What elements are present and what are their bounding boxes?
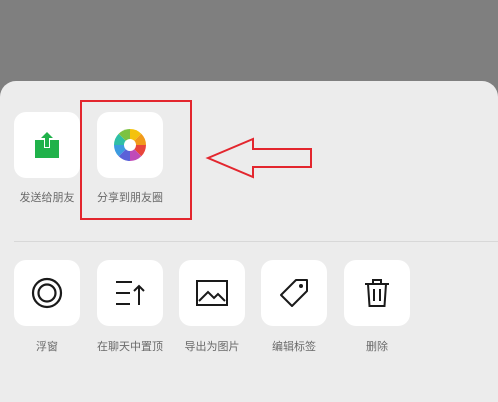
tag-icon — [280, 279, 308, 307]
delete-label: 删除 — [366, 340, 388, 353]
float-window-icon — [31, 277, 63, 309]
send-to-friend-button[interactable] — [14, 112, 80, 178]
edit-tag-label: 编辑标签 — [272, 340, 316, 353]
edit-tag-button[interactable] — [261, 260, 327, 326]
float-window-label: 浮窗 — [36, 340, 58, 353]
share-upload-icon — [35, 130, 59, 158]
trash-icon — [365, 279, 389, 307]
image-icon — [196, 280, 228, 306]
export-image-label: 导出为图片 — [184, 340, 240, 353]
pin-top-button[interactable] — [97, 260, 163, 326]
red-arrow-icon — [205, 137, 312, 179]
pin-top-icon — [116, 281, 145, 305]
export-image-button[interactable] — [179, 260, 245, 326]
send-to-friend-label: 发送给朋友 — [19, 191, 75, 204]
float-window-button[interactable] — [14, 260, 80, 326]
divider — [14, 241, 498, 242]
pin-top-label: 在聊天中置顶 — [97, 340, 163, 353]
delete-button[interactable] — [344, 260, 410, 326]
highlight-box — [80, 100, 192, 220]
